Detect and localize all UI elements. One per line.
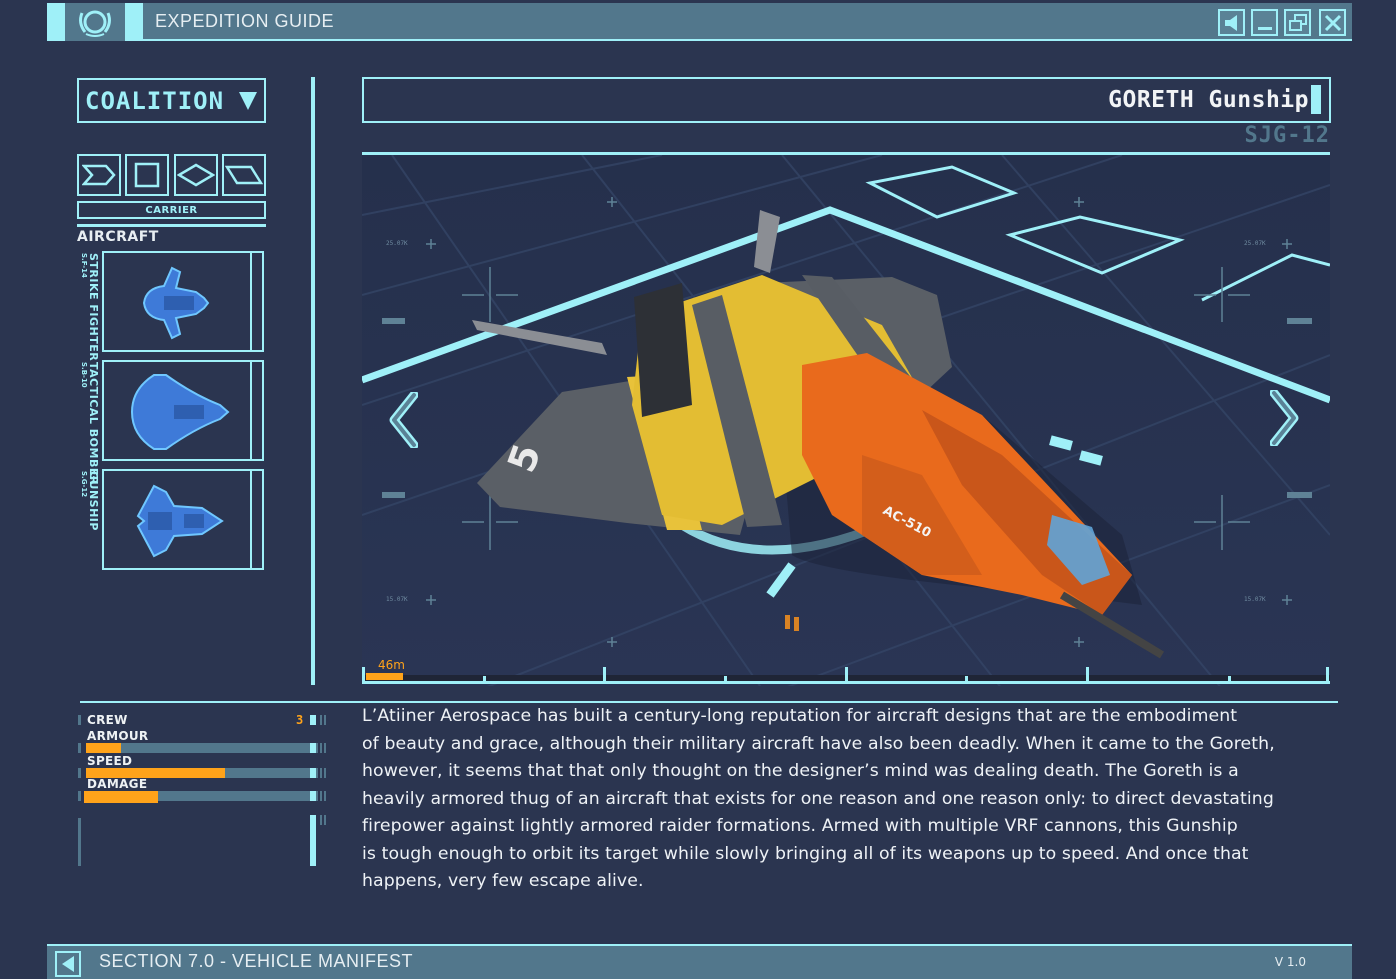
class-filter-chevron[interactable] <box>77 154 121 196</box>
faction-dropdown[interactable]: COALITION <box>77 78 266 123</box>
sound-button[interactable] <box>1218 9 1245 36</box>
coord-label: 25.07K <box>1244 240 1266 247</box>
vehicle-3d-viewport[interactable]: 5 AC-510 25.07K 25.07K 15.07K 15.07K 46m <box>362 152 1330 686</box>
chevron-shape-icon <box>82 164 116 186</box>
aircraft-code: S.B-10 <box>80 362 88 388</box>
aircraft-thumbnail[interactable] <box>102 251 264 352</box>
section-title: SECTION 7.0 - VEHICLE MANIFEST <box>99 951 414 971</box>
aircraft-thumbnail[interactable] <box>102 360 264 461</box>
dropdown-triangle-icon <box>239 92 257 110</box>
faction-dropdown-value: COALITION <box>85 86 225 115</box>
logo-frame <box>47 3 143 41</box>
aircraft-item-gunship[interactable]: GUNSHIP S.G-12 <box>76 469 266 571</box>
coord-label: 15.07K <box>386 596 408 603</box>
aircraft-name: TACTICAL BOMBER <box>87 362 100 485</box>
aircraft-name: GUNSHIP <box>87 471 100 531</box>
hangar-scene: 5 AC-510 <box>362 155 1330 686</box>
stats-frame-left <box>78 818 81 866</box>
aircraft-thumbnail[interactable] <box>102 469 264 570</box>
class-filter-square[interactable] <box>125 154 169 196</box>
stat-bar-fill <box>86 743 121 753</box>
strike-fighter-icon <box>142 266 210 340</box>
stat-label: SPEED <box>87 754 133 768</box>
stat-label: ARMOUR <box>87 729 149 743</box>
crew-value: 3 <box>296 713 304 727</box>
aircraft-code: S.G-12 <box>80 471 88 498</box>
class-filter-parallelogram[interactable] <box>222 154 266 196</box>
description-line: happens, very few escape alive. <box>362 871 644 891</box>
close-button[interactable] <box>1319 9 1346 36</box>
stat-bar-fill <box>84 791 159 803</box>
chevron-right-icon <box>1269 388 1299 448</box>
coord-label: 15.07K <box>1244 596 1266 603</box>
diamond-shape-icon <box>177 163 215 187</box>
aircraft-name: STRIKE FIGHTER <box>87 253 100 362</box>
app-title: EXPEDITION GUIDE <box>155 11 335 31</box>
sidebar-divider <box>77 224 266 227</box>
back-triangle-icon <box>62 956 74 972</box>
aircraft-item-strike-fighter[interactable]: STRIKE FIGHTER S.F-14 <box>76 251 266 361</box>
restore-icon <box>1288 13 1307 31</box>
stat-label: CREW <box>87 713 128 727</box>
minimize-icon <box>1257 26 1272 30</box>
title-bar: EXPEDITION GUIDE <box>47 3 1352 41</box>
gunship-icon <box>136 484 224 558</box>
parallelogram-shape-icon <box>225 165 263 185</box>
previous-vehicle-button[interactable] <box>386 390 419 452</box>
description-line: however, it seems that that only thought… <box>362 761 1239 781</box>
tactical-bomber-icon <box>130 374 230 450</box>
version-label: V 1.0 <box>1274 955 1306 969</box>
stat-bar-track <box>86 743 318 753</box>
stat-armour: ARMOUR <box>78 729 328 755</box>
class-label: CARRIER <box>77 201 266 219</box>
stat-bar-track <box>84 791 318 803</box>
aircraft-heading: AIRCRAFT <box>77 229 159 245</box>
vehicle-code: SJG-12 <box>1244 123 1330 148</box>
next-vehicle-button[interactable] <box>1269 388 1302 450</box>
class-filter-diamond[interactable] <box>174 154 218 196</box>
stat-crew: CREW 3 <box>78 713 328 727</box>
chevron-left-icon <box>389 390 419 450</box>
close-icon <box>1324 14 1341 31</box>
back-button[interactable] <box>55 951 81 977</box>
square-shape-icon <box>134 162 160 188</box>
panel-divider <box>311 77 315 685</box>
stat-damage: DAMAGE <box>78 777 328 803</box>
vehicle-title-box: GORETH Gunship <box>362 77 1331 123</box>
description-line: L’Atiiner Aerospace has built a century-… <box>362 706 1238 726</box>
scale-label: 46m <box>378 658 405 672</box>
description-line: heavily armored thug of an aircraft that… <box>362 788 1274 809</box>
description-line: is tough enough to orbit its target whil… <box>362 843 1249 864</box>
minimize-button[interactable] <box>1251 9 1278 36</box>
description-line: firepower against lightly armored raider… <box>362 816 1238 836</box>
aircraft-item-tactical-bomber[interactable]: TACTICAL BOMBER S.B-10 <box>76 360 266 485</box>
stats-frame-right <box>310 815 316 866</box>
stat-label: DAMAGE <box>87 777 148 791</box>
laurel-emblem-icon <box>65 3 125 41</box>
restore-button[interactable] <box>1284 9 1311 36</box>
scale-bar <box>366 673 403 680</box>
title-cursor <box>1311 85 1321 114</box>
description-line: of beauty and grace, although their mili… <box>362 733 1275 754</box>
aircraft-code: S.F-14 <box>80 253 88 278</box>
footer-bar: SECTION 7.0 - VEHICLE MANIFEST V 1.0 <box>47 944 1352 979</box>
vehicle-name: GORETH Gunship <box>1108 87 1309 113</box>
coord-label: 25.07K <box>386 240 408 247</box>
speaker-icon <box>1224 14 1237 31</box>
vehicle-description: L’Atiiner Aerospace has built a century-… <box>362 703 1337 896</box>
